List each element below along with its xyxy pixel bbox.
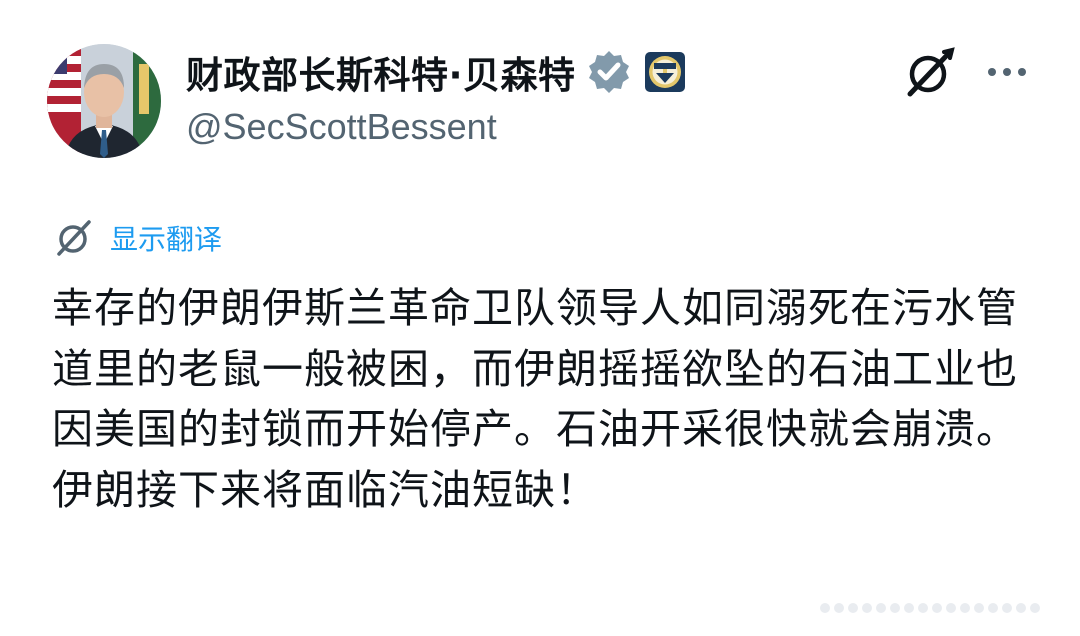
pager-dot <box>848 603 858 613</box>
grok-icon <box>907 47 955 97</box>
pager-dot <box>988 603 998 613</box>
display-name-text[interactable]: 财政部长斯科特·贝森特 <box>186 45 576 99</box>
more-dots-icon <box>988 68 1026 76</box>
avatar[interactable] <box>47 44 161 158</box>
pager-dot <box>862 603 872 613</box>
pager-dot <box>1002 603 1012 613</box>
pager-dot <box>834 603 844 613</box>
pager-dot <box>960 603 970 613</box>
show-translation-button[interactable]: 显示翻译 <box>52 216 222 260</box>
pager-dot <box>876 603 886 613</box>
media-pager-dots <box>820 596 1040 620</box>
avatar-photo <box>47 44 161 158</box>
pager-dot <box>946 603 956 613</box>
pager-dot <box>904 603 914 613</box>
pager-dot <box>974 603 984 613</box>
more-options-button[interactable] <box>982 52 1032 92</box>
pager-dot <box>890 603 900 613</box>
tweet-text: 幸存的伊朗伊斯兰革命卫队领导人如同溺死在污水管道里的老鼠一般被困，而伊朗摇摇欲坠… <box>52 284 1018 514</box>
pager-dot <box>932 603 942 613</box>
grok-icon <box>57 220 91 256</box>
verified-badge-icon <box>588 51 629 93</box>
user-handle[interactable]: @SecScottBessent <box>186 106 497 148</box>
pager-dot <box>820 603 830 613</box>
grok-button[interactable] <box>900 44 958 102</box>
pager-dot <box>918 603 928 613</box>
pager-dot <box>1016 603 1026 613</box>
display-name[interactable]: 财政部长斯科特·贝森特 <box>186 49 686 97</box>
treasury-seal-icon <box>644 52 685 92</box>
show-translation-label[interactable]: 显示翻译 <box>110 218 222 258</box>
pager-dot <box>1030 603 1040 613</box>
